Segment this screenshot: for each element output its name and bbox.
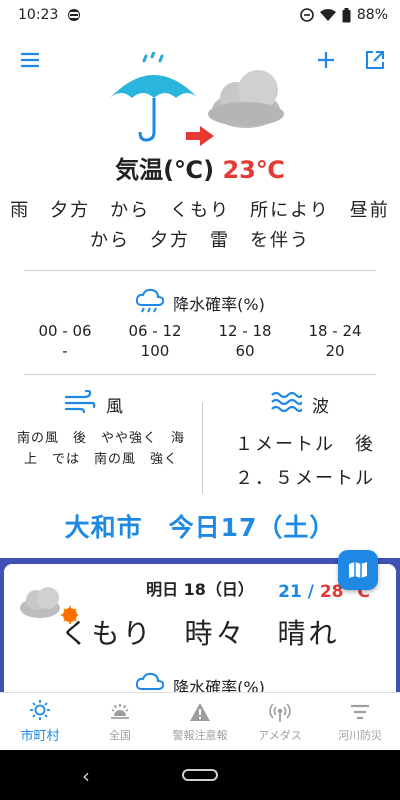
wind-line: 上 では 南の風 強く [23,452,178,467]
forecast-line: から 夕方 雷 を伴う [90,230,310,251]
wind-wave-section: 風 波 南の風 後 やや強く 海 上 では 南の風 強く １メートル 後 ２．５… [0,382,400,500]
system-nav-bar: ‹ [0,750,400,800]
filter-icon [351,704,369,719]
wave-icon [270,390,303,419]
cloud-icon [208,70,284,128]
arrow-right-icon [186,126,214,146]
nav-item-warnings[interactable]: 警報注意報 [160,693,240,750]
nav-label: 警報注意報 [172,728,228,742]
nav-label: アメダス [258,728,302,742]
sunrise-icon [111,703,129,719]
nav-item-river[interactable]: 河川防災 [320,693,400,750]
divider [202,402,203,494]
home-pill-icon[interactable] [182,769,218,781]
divider [24,270,376,271]
temp-low: 21 [278,582,302,602]
nav-label: 市町村 [20,729,60,744]
precip-period: 00 - 06 [38,322,92,340]
wind-header: 風 [64,389,123,419]
precip-value: 100 [140,342,170,360]
precip-period: 06 - 12 [128,322,182,340]
bottom-nav: 市町村 全国 警報注意報 アメダス 河川防災 [0,692,400,750]
precip-value: 20 [325,342,345,360]
tomorrow-card[interactable]: 明日 18（日） 21 / 28 ℃ くもり 時々 晴れ 降水確率(%) [4,564,396,704]
wind-label: 風 [106,397,123,417]
map-icon [349,562,367,578]
precip-label: 降水確率(%) [173,295,265,314]
wave-text: １メートル 後 ２．５メートル [210,428,400,496]
precip-table: 00 - 06 06 - 12 12 - 18 18 - 24 - 100 60… [20,322,380,360]
temp-high: 23℃ [222,156,285,184]
precip-value: - [62,342,68,360]
precip-period: 12 - 18 [218,322,272,340]
wave-line: １メートル 後 [235,434,375,455]
rain-cloud-icon [135,288,165,318]
forecast-line: 雨 夕方 から くもり 所により 昼前 [10,200,390,221]
precip-value: 60 [235,342,255,360]
wifi-icon [319,8,336,22]
wave-label: 波 [312,397,329,417]
today-forecast-text: 雨 夕方 から くもり 所により 昼前 から 夕方 雷 を伴う [0,196,400,256]
map-button[interactable] [338,550,378,590]
status-time: 10:23 [18,7,59,23]
precip-header: 降水確率(%) [0,288,400,318]
nav-item-amedas[interactable]: アメダス [240,693,320,750]
temp-label: 気温(℃) [115,156,215,184]
nav-item-municipality[interactable]: 市町村 [0,693,80,750]
antenna-icon [269,702,291,722]
battery-level: 88% [356,7,388,23]
wind-text: 南の風 後 やや強く 海 上 では 南の風 強く [6,428,196,470]
precip-period: 18 - 24 [308,322,362,340]
sun-icon [30,700,50,720]
warning-icon [190,702,210,721]
nav-label: 全国 [109,728,131,742]
today-temperature: 気温(℃) 23℃ [0,150,400,185]
battery-icon [342,7,351,23]
wave-header: 波 [270,390,329,419]
tomorrow-weather: くもり 時々 晴れ [60,617,340,650]
status-bar: 10:23 88% [0,0,400,30]
nav-label: 河川防災 [338,728,382,742]
wind-icon [64,389,96,419]
nav-item-national[interactable]: 全国 [80,693,160,750]
app-status-icon [68,8,81,22]
temp-separator: / [301,582,320,602]
dnd-icon [300,8,314,22]
wave-line: ２．５メートル [235,468,375,489]
back-icon[interactable]: ‹ [82,764,90,788]
divider [24,374,376,375]
rain-umbrella-icon [110,52,198,142]
city-date-title: 大和市 今日17（土） [64,513,336,542]
wind-line: 南の風 後 やや強く 海 [16,431,185,446]
